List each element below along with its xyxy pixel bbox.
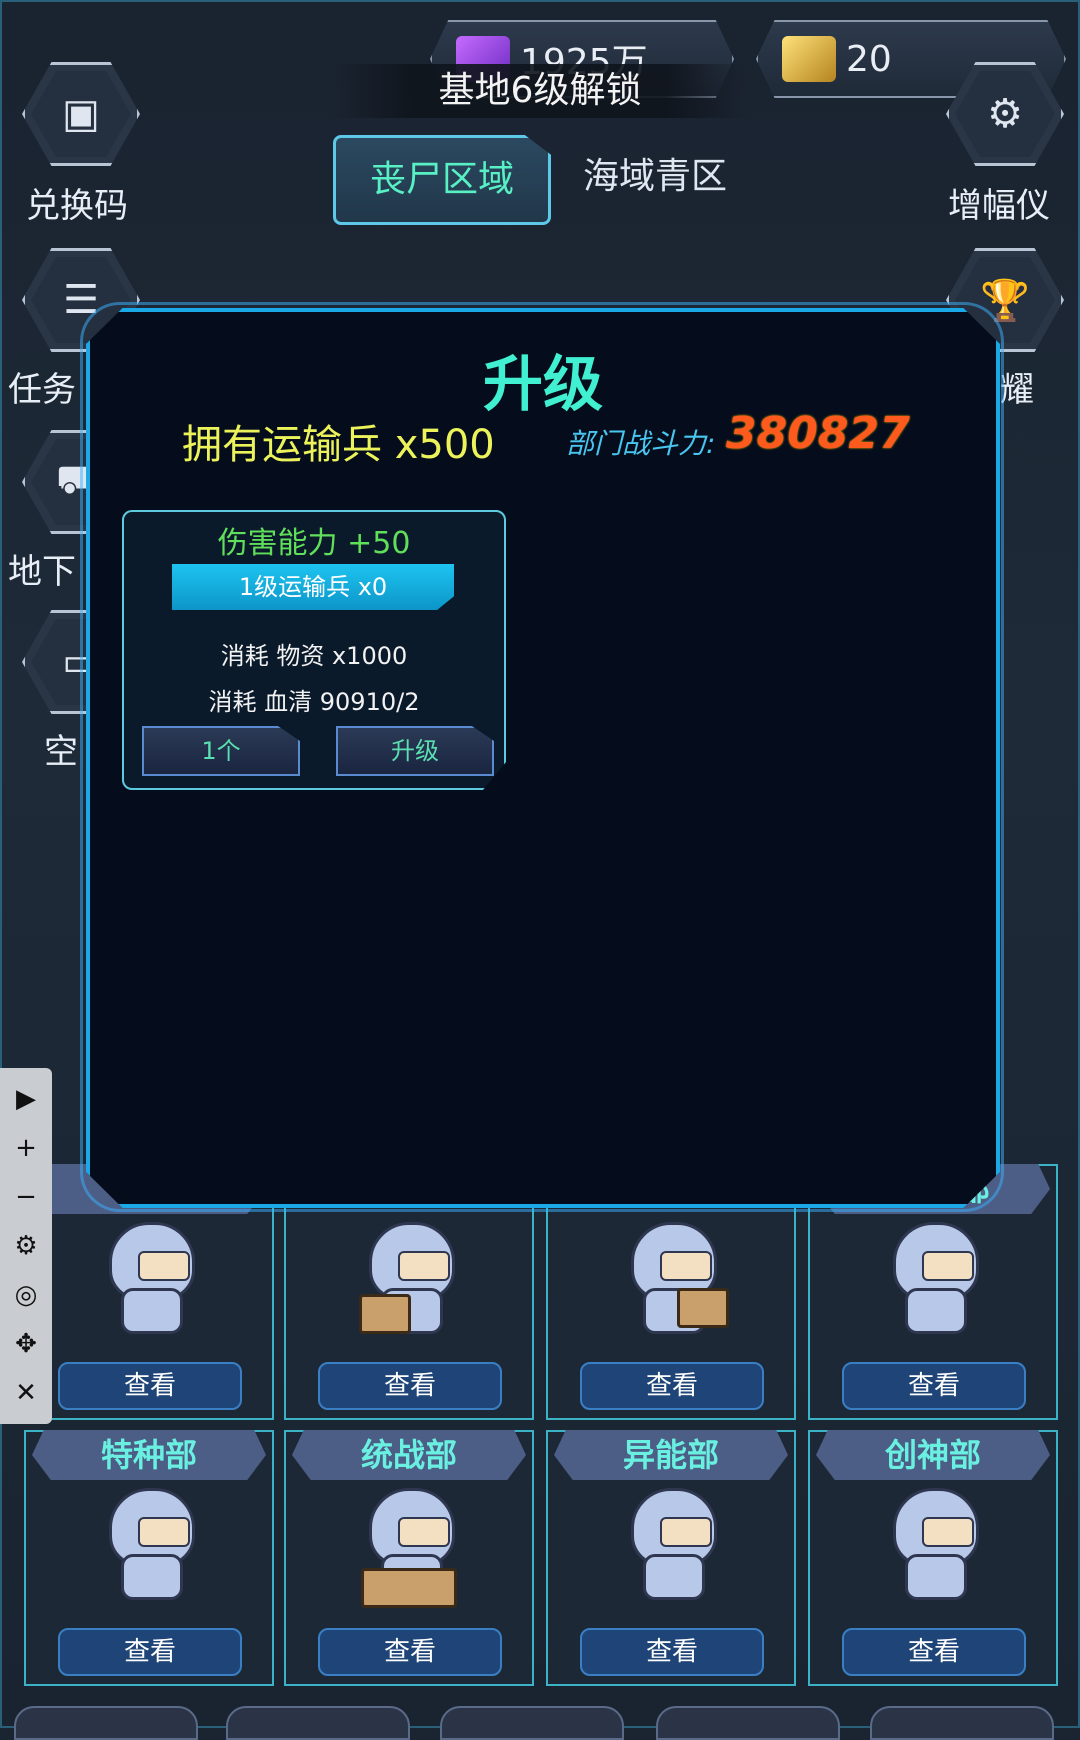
settings-icon[interactable]: ⚙	[14, 1233, 37, 1259]
gold-amount: 20	[846, 38, 892, 80]
quantity-button[interactable]: 1个	[142, 726, 300, 776]
view-button[interactable]: 查看	[580, 1362, 764, 1410]
debug-toolbar: ▶ + − ⚙ ◎ ✥ ✕	[0, 1068, 52, 1424]
underground-label: 地下	[8, 552, 76, 592]
redeem-code-label: 兑换码	[26, 186, 128, 226]
unlock-banner: 基地6级解锁	[330, 64, 750, 118]
upgrade-card: 伤害能力 +50 1级运输兵 x0 消耗 物资 x1000 消耗 血清 9091…	[122, 510, 506, 790]
owned-units: 拥有运输兵 x500	[182, 422, 495, 468]
view-button[interactable]: 查看	[318, 1628, 502, 1676]
tasks-label: 任务	[8, 370, 76, 410]
dept-name: 统战部	[292, 1430, 526, 1480]
dept-name: 创神部	[816, 1430, 1050, 1480]
bottom-nav-tab[interactable]	[226, 1706, 410, 1740]
dept-card-creator: 创神部 查看	[808, 1430, 1058, 1686]
gold-pile-icon	[782, 36, 836, 82]
upgrade-dialog: 升级 拥有运输兵 x500 部门战斗力: 380827 伤害能力 +50 1级运…	[86, 308, 1000, 1208]
transport-soldier-avatar	[621, 1222, 729, 1334]
play-icon[interactable]: ▶	[16, 1086, 36, 1112]
view-button[interactable]: 查看	[842, 1362, 1026, 1410]
bottom-nav-tab[interactable]	[440, 1706, 624, 1740]
dept-card-special-forces: 特种部 查看	[24, 1430, 274, 1686]
zoom-out-icon[interactable]: −	[15, 1184, 37, 1210]
zoom-in-icon[interactable]: +	[15, 1135, 37, 1161]
soldier-avatar	[359, 1222, 459, 1334]
view-button[interactable]: 查看	[580, 1628, 764, 1676]
chest-icon: ▣	[31, 71, 131, 157]
airdrop-label: 空	[44, 732, 78, 772]
dept-name: 异能部	[554, 1430, 788, 1480]
dept-name: 特种部	[32, 1430, 266, 1480]
bottom-nav-tab[interactable]	[14, 1706, 198, 1740]
move-icon[interactable]: ✥	[15, 1331, 37, 1357]
tab-zombie-zone[interactable]: 丧尸区域	[333, 135, 551, 225]
bottom-nav-tab[interactable]	[870, 1706, 1054, 1740]
view-button[interactable]: 查看	[842, 1628, 1026, 1676]
soldier-avatar	[359, 1488, 459, 1608]
dept-power-value: 380827	[726, 408, 910, 459]
amplifier-label: 增幅仪	[948, 186, 1050, 226]
cost-supplies: 消耗 物资 x1000	[220, 642, 408, 670]
dept-card-psionic: 异能部 查看	[546, 1430, 796, 1686]
soldier-avatar	[99, 1488, 199, 1600]
view-button[interactable]: 查看	[318, 1362, 502, 1410]
soldier-avatar	[883, 1488, 983, 1600]
tab-sea-zone[interactable]: 海域青区	[580, 135, 730, 219]
view-button[interactable]: 查看	[58, 1362, 242, 1410]
soldier-avatar	[621, 1488, 721, 1600]
dept-power-label: 部门战斗力:	[566, 427, 716, 460]
upgrade-button[interactable]: 升级	[336, 726, 494, 776]
bottom-nav-tab[interactable]	[656, 1706, 840, 1740]
soldier-avatar	[883, 1222, 983, 1334]
hide-icon[interactable]: ◎	[15, 1282, 38, 1308]
soldier-avatar	[99, 1222, 199, 1334]
damage-bonus: 伤害能力 +50	[217, 526, 411, 561]
cost-serum: 消耗 血清 90910/2	[208, 688, 420, 716]
dept-card-united-front: 统战部 查看	[284, 1430, 534, 1686]
close-icon[interactable]: ✕	[15, 1380, 37, 1406]
gear-icon: ⚙	[955, 71, 1055, 157]
unit-level-bar: 1级运输兵 x0	[172, 564, 454, 610]
view-button[interactable]: 查看	[58, 1628, 242, 1676]
